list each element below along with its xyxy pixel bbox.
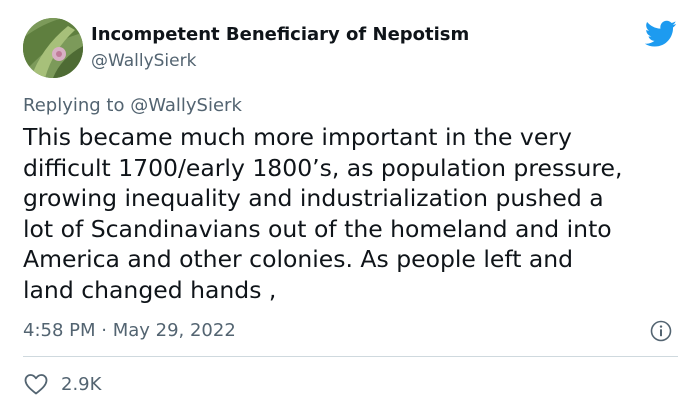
info-icon[interactable]: [650, 320, 672, 342]
avatar[interactable]: [23, 18, 83, 78]
author-handle[interactable]: @WallySierk: [91, 51, 196, 71]
avatar-image: [23, 18, 83, 78]
author-display-name[interactable]: Incompetent Beneficiary of Nepotism: [91, 24, 469, 45]
like-action[interactable]: 2.9K: [23, 372, 101, 396]
tweet-text-line: growing inequality and industrialization…: [23, 184, 604, 212]
twitter-bird-icon[interactable]: [645, 20, 677, 48]
tweet-timestamp[interactable]: 4:58 PM · May 29, 2022: [23, 320, 236, 341]
tweet-text-line: This became much more important in the v…: [23, 123, 572, 151]
tweet-text-line: land changed hands ,: [23, 275, 277, 304]
tweet-text-line: lot of Scandinavians out of the homeland…: [23, 214, 612, 243]
tweet-text-line: difficult 1700/early 1800’s, as populati…: [23, 153, 623, 182]
divider: [23, 356, 678, 357]
tweet-text-line: America and other colonies. As people le…: [23, 245, 574, 273]
tweet-text: This became much more important in the v…: [23, 122, 688, 305]
heart-icon[interactable]: [23, 372, 49, 396]
like-count: 2.9K: [61, 373, 102, 395]
replying-to: Replying to @WallySierk: [23, 95, 242, 116]
replying-to-label: Replying to: [23, 95, 125, 116]
replying-to-handle[interactable]: @WallySierk: [130, 95, 242, 116]
